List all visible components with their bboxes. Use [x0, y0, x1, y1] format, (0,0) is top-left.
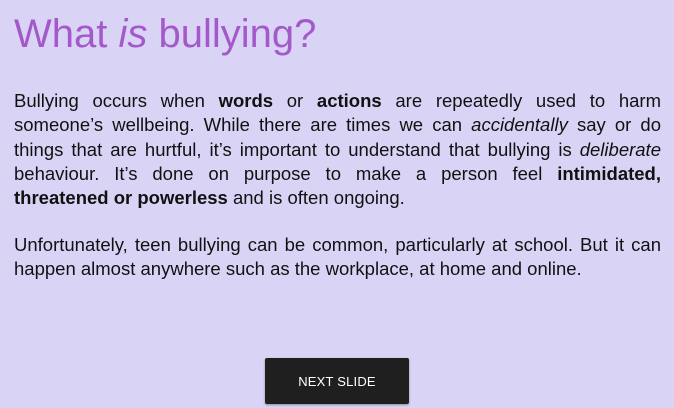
italic-term-accidentally: accidentally: [471, 114, 568, 136]
title-part-1: What: [14, 12, 119, 56]
text-span: behaviour. It’s done on purpose to make …: [14, 162, 558, 184]
text-span: or: [273, 90, 317, 111]
next-slide-button[interactable]: NEXT SLIDE: [265, 358, 409, 404]
bold-term-words: words: [218, 90, 274, 111]
text-span: and is often ongoing.: [227, 187, 405, 209]
page-title: What is bullying?: [14, 10, 316, 58]
slide-content: What is bullying? Bullying occurs when w…: [0, 0, 674, 408]
title-emphasis: is: [118, 12, 148, 56]
bold-term-actions: actions: [316, 90, 382, 111]
title-part-2: bullying?: [147, 12, 317, 56]
text-span: Bullying occurs when: [14, 90, 219, 111]
second-paragraph: Unfortunately, teen bullying can be comm…: [14, 234, 661, 280]
italic-term-deliberate: deliberate: [579, 138, 661, 160]
intro-paragraph: Bullying occurs when words or actions ar…: [14, 89, 661, 210]
